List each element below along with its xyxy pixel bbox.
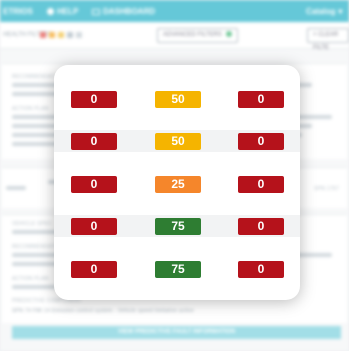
score-badge-left: 0: [71, 218, 117, 235]
score-badge-middle: 75: [155, 218, 201, 235]
score-row: 0 75 0: [54, 215, 300, 237]
score-badge-right: 0: [238, 133, 284, 150]
score-badge-left: 0: [71, 91, 117, 108]
score-badge-middle: 25: [155, 176, 201, 193]
score-row: 0 50 0: [54, 130, 300, 152]
score-row: 0 50 0: [54, 88, 300, 110]
score-badge-middle: 50: [155, 133, 201, 150]
score-row: 0 25 0: [54, 173, 300, 195]
score-badge-left: 0: [71, 133, 117, 150]
score-badge-left: 0: [71, 261, 117, 278]
score-badge-right: 0: [238, 91, 284, 108]
health-score-popup: 0 50 0 0 50 0 0 25 0 0 75 0 0 75 0: [54, 65, 300, 300]
score-badge-right: 0: [238, 176, 284, 193]
score-badge-middle: 50: [155, 91, 201, 108]
score-badge-left: 0: [71, 176, 117, 193]
score-badge-right: 0: [238, 218, 284, 235]
score-row: 0 75 0: [54, 258, 300, 280]
score-badge-middle: 75: [155, 261, 201, 278]
score-badge-right: 0: [238, 261, 284, 278]
